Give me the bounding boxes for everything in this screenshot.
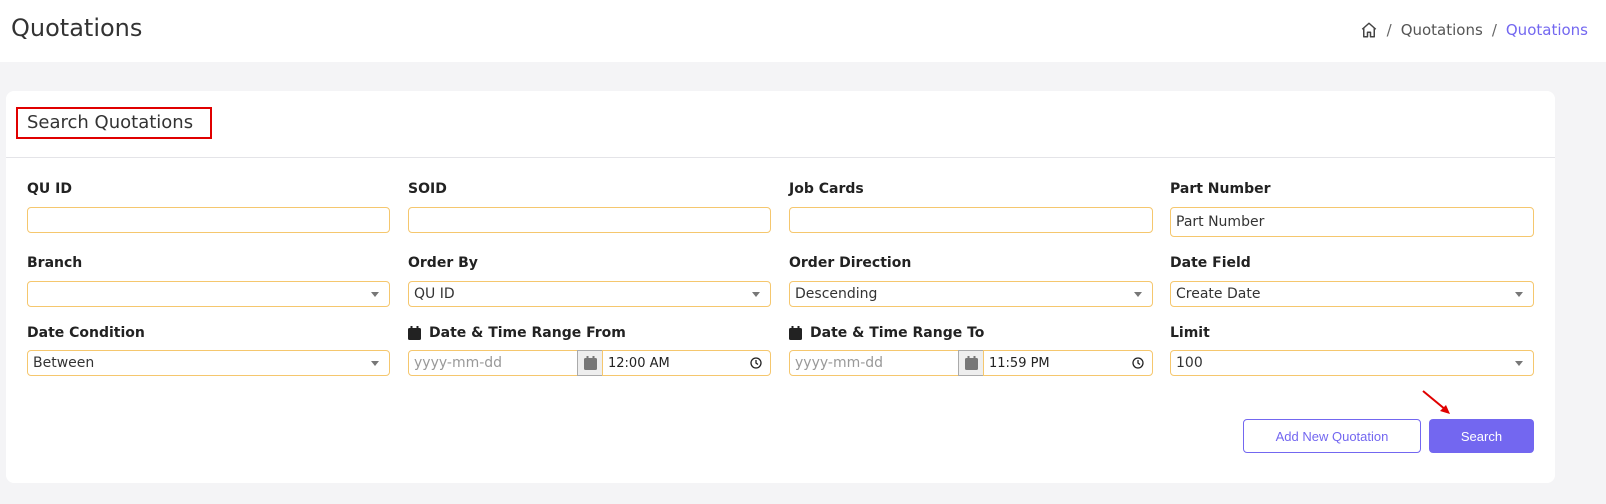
range-from-calendar-button[interactable] [577,350,603,376]
clock-icon[interactable] [1132,357,1144,369]
job-cards-input[interactable] [789,207,1153,233]
soid-label: SOID [408,181,447,197]
branch-label: Branch [27,255,83,271]
range-from-label: Date & Time Range From [408,325,626,341]
breadcrumb: / Quotations / Quotations [1360,21,1588,39]
job-cards-label: Job Cards [789,181,864,197]
page-title: Quotations [11,14,143,42]
order-by-label: Order By [408,255,478,271]
range-to-calendar-button[interactable] [958,350,984,376]
soid-input[interactable] [408,207,771,233]
calendar-icon [789,326,802,340]
chevron-down-icon [371,360,379,366]
date-field-label: Date Field [1170,255,1251,271]
calendar-icon [408,326,421,340]
order-by-select[interactable]: QU ID [408,281,771,307]
card-title: Search Quotations [27,112,194,133]
limit-select[interactable]: 100 [1170,350,1534,376]
date-condition-label: Date Condition [27,325,145,341]
breadcrumb-separator: / [1491,21,1497,39]
limit-label: Limit [1170,325,1210,341]
chevron-down-icon [752,291,760,297]
part-number-placeholder: Part Number [1176,214,1265,230]
qu-id-input[interactable] [27,207,390,233]
branch-select[interactable] [27,281,390,307]
part-number-label: Part Number [1170,181,1271,197]
chevron-down-icon [1515,360,1523,366]
breadcrumb-item-quotations[interactable]: Quotations [1401,21,1483,39]
date-field-select[interactable]: Create Date [1170,281,1534,307]
annotation-arrow-icon [1422,390,1450,414]
card-divider [6,157,1555,158]
range-to-date-input[interactable]: yyyy-mm-dd [789,350,959,376]
range-to-label: Date & Time Range To [789,325,984,341]
breadcrumb-separator: / [1386,21,1392,39]
top-bar: Quotations / Quotations / Quotations [0,0,1606,62]
search-card: Search Quotations QU ID SOID Job Cards P… [6,91,1555,483]
range-from-date-input[interactable]: yyyy-mm-dd [408,350,578,376]
order-direction-select[interactable]: Descending [789,281,1153,307]
breadcrumb-item-current: Quotations [1505,21,1588,39]
chevron-down-icon [1134,291,1142,297]
clock-icon[interactable] [750,357,762,369]
calendar-icon [964,356,978,370]
search-button[interactable]: Search [1429,419,1534,453]
add-new-quotation-button[interactable]: Add New Quotation [1243,419,1421,453]
part-number-input[interactable]: Part Number [1170,207,1534,237]
chevron-down-icon [1515,291,1523,297]
chevron-down-icon [371,291,379,297]
range-from-time-input[interactable]: 12:00 AM [602,350,771,376]
date-condition-select[interactable]: Between [27,350,390,376]
home-icon[interactable] [1360,21,1378,39]
range-to-time-input[interactable]: 11:59 PM [983,350,1153,376]
order-direction-label: Order Direction [789,255,912,271]
qu-id-label: QU ID [27,181,72,197]
calendar-icon [583,356,597,370]
